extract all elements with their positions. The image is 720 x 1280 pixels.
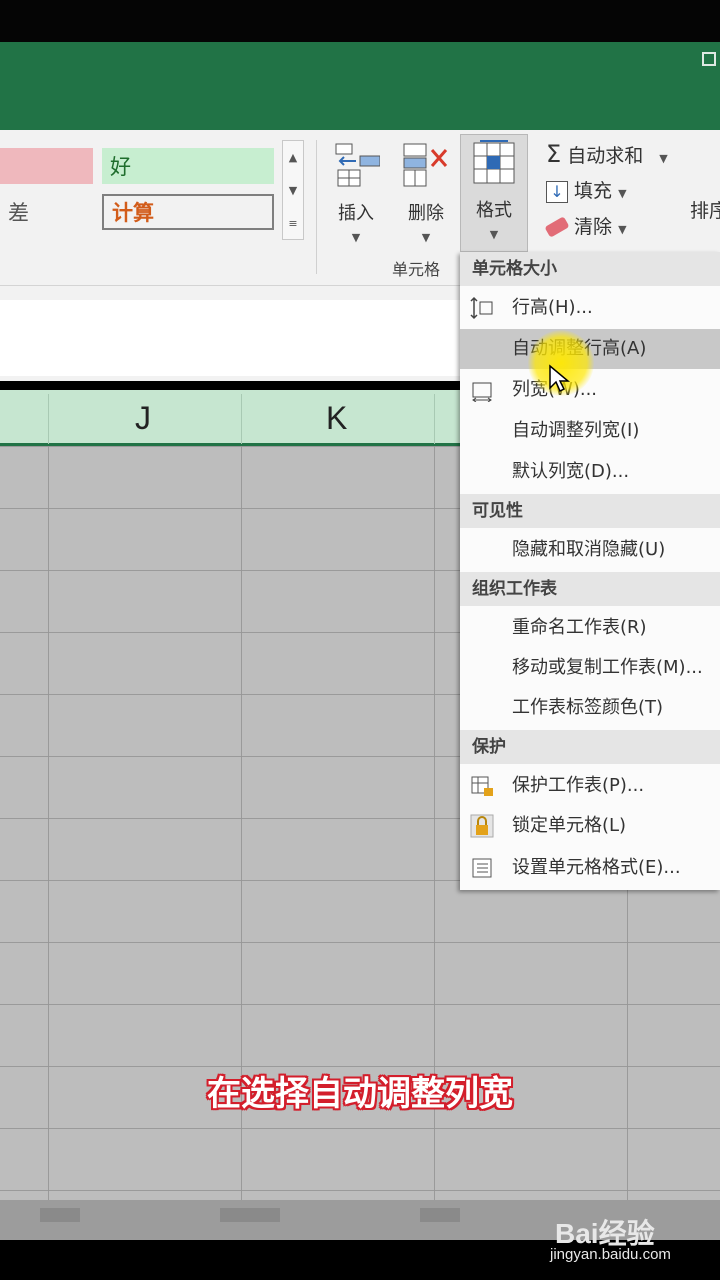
- insert-dropdown-icon[interactable]: ▼: [330, 231, 382, 244]
- menu-header-organize-sheets: 组织工作表: [460, 572, 720, 606]
- gallery-more-icon[interactable]: ≡: [283, 207, 303, 240]
- scroll-down-icon[interactable]: ▼: [283, 174, 303, 207]
- menu-item-row-height[interactable]: 行高(H)...: [460, 288, 720, 328]
- delete-label: 删除: [408, 203, 444, 224]
- menu-item-move-copy-sheet[interactable]: 移动或复制工作表(M)...: [460, 648, 720, 688]
- video-top-bar: [0, 0, 720, 42]
- styles-gallery-scroll[interactable]: ▲ ▼ ≡: [282, 140, 304, 240]
- column-header-j[interactable]: J: [135, 400, 151, 437]
- format-button[interactable]: 格式 ▼: [460, 134, 528, 252]
- scroll-up-icon[interactable]: ▲: [283, 141, 303, 174]
- row-height-icon: [470, 296, 493, 320]
- style-calculation[interactable]: 计算: [102, 194, 274, 230]
- menu-header-protection: 保护: [460, 730, 720, 764]
- title-bar: [0, 42, 720, 130]
- mouse-pointer-icon: [549, 364, 570, 393]
- clear-label: 清除: [574, 216, 613, 238]
- format-cells-list-icon: [472, 858, 492, 878]
- sort-label: 排序: [690, 200, 720, 222]
- insert-cells-icon: [335, 143, 381, 187]
- format-label: 格式: [476, 200, 512, 221]
- menu-item-hide-unhide[interactable]: 隐藏和取消隐藏(U): [460, 530, 720, 570]
- delete-dropdown-icon[interactable]: ▼: [398, 231, 454, 244]
- column-header-row: [0, 390, 460, 446]
- menu-item-lock-cell[interactable]: 锁定单元格(L): [460, 806, 720, 846]
- restore-window-icon[interactable]: [702, 52, 716, 66]
- clear-dropdown-icon[interactable]: ▼: [618, 223, 626, 236]
- style-bad-label[interactable]: 差: [0, 194, 93, 230]
- clear-button[interactable]: 清除 ▼: [544, 212, 627, 239]
- menu-item-protect-sheet[interactable]: 保护工作表(P)...: [460, 766, 720, 806]
- watermark-url: jingyan.baidu.com: [550, 1246, 671, 1263]
- sigma-icon: Σ: [546, 140, 562, 168]
- menu-header-visibility: 可见性: [460, 494, 720, 528]
- formula-input[interactable]: [0, 300, 460, 376]
- video-caption: 在选择自动调整列宽: [207, 1074, 513, 1114]
- column-width-icon: [472, 382, 492, 402]
- style-bad[interactable]: [0, 148, 93, 184]
- menu-item-autofit-column-width[interactable]: 自动调整列宽(I): [460, 411, 720, 451]
- delete-cells-icon: [403, 143, 448, 187]
- autosum-dropdown-icon[interactable]: ▼: [659, 152, 667, 165]
- menu-item-rename-sheet[interactable]: 重命名工作表(R): [460, 608, 720, 648]
- format-dropdown-icon[interactable]: ▼: [461, 228, 527, 241]
- delete-button[interactable]: 删除 ▼: [398, 140, 454, 244]
- fill-dropdown-icon[interactable]: ▼: [618, 187, 626, 200]
- menu-item-tab-color[interactable]: 工作表标签颜色(T): [460, 688, 720, 728]
- sort-button[interactable]: 排序: [690, 196, 720, 223]
- cells-group-label: 单元格: [392, 260, 441, 279]
- autosum-button[interactable]: Σ 自动求和 ▼: [546, 140, 668, 168]
- menu-item-format-cells[interactable]: 设置单元格格式(E)...: [460, 848, 720, 888]
- menu-item-default-width[interactable]: 默认列宽(D)...: [460, 452, 720, 492]
- eraser-icon: [544, 216, 570, 238]
- fill-down-icon: ↓: [546, 181, 568, 203]
- fill-label: 填充: [574, 180, 613, 202]
- autosum-label: 自动求和: [567, 145, 644, 167]
- menu-header-cell-size: 单元格大小: [460, 252, 720, 286]
- style-good[interactable]: 好: [102, 148, 274, 184]
- insert-button[interactable]: 插入 ▼: [330, 140, 382, 244]
- lock-icon: [470, 814, 494, 838]
- fill-button[interactable]: ↓ 填充 ▼: [546, 176, 627, 203]
- column-header-k[interactable]: K: [326, 400, 347, 437]
- protect-sheet-icon: [471, 776, 493, 796]
- format-cells-icon: [473, 140, 515, 184]
- insert-label: 插入: [338, 203, 374, 224]
